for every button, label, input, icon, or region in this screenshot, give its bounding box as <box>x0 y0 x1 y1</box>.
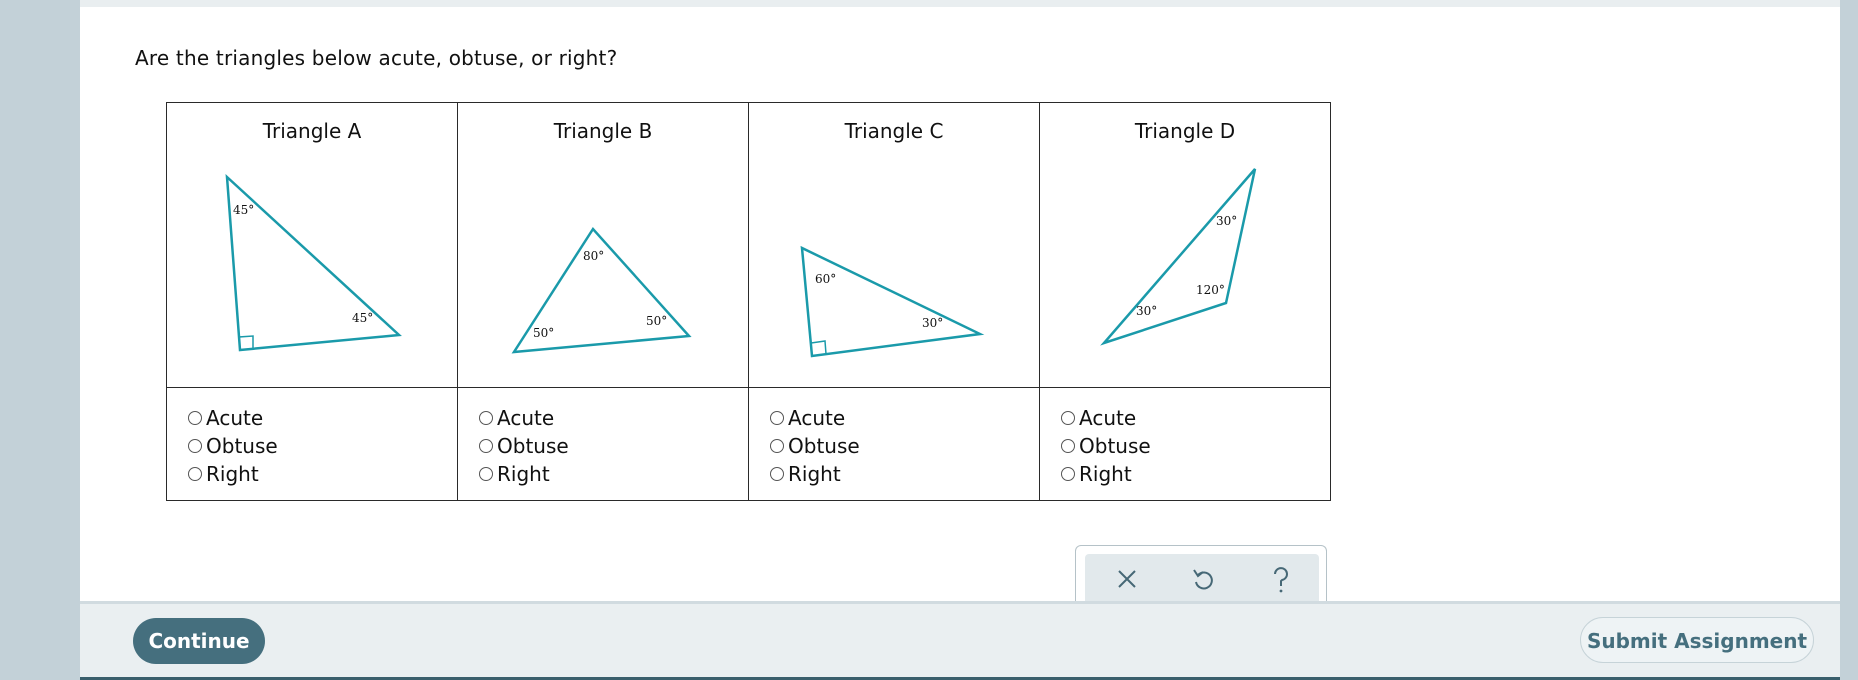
triangle-c-cell: Triangle C 60° 30° <box>748 102 1040 388</box>
triangle-a-option-obtuse[interactable]: Obtuse <box>167 432 457 460</box>
continue-button[interactable]: Continue <box>133 618 265 664</box>
radio-button[interactable] <box>188 411 202 425</box>
option-label: Obtuse <box>206 434 278 458</box>
triangle-c-angle-top: 60° <box>815 272 836 286</box>
radio-button[interactable] <box>770 411 784 425</box>
radio-button[interactable] <box>479 411 493 425</box>
triangle-c-option-obtuse[interactable]: Obtuse <box>749 432 1039 460</box>
top-strip <box>80 0 1840 7</box>
triangle-b-option-obtuse[interactable]: Obtuse <box>458 432 748 460</box>
radio-button[interactable] <box>188 467 202 481</box>
triangle-b-angle-left: 50° <box>533 326 554 340</box>
triangle-a-angle-top: 45° <box>233 203 254 217</box>
triangle-d-option-acute[interactable]: Acute <box>1040 404 1330 432</box>
triangle-d-figure: 30° 120° 30° <box>1100 168 1257 346</box>
radio-button[interactable] <box>1061 411 1075 425</box>
triangle-c-option-right[interactable]: Right <box>749 460 1039 488</box>
option-label: Acute <box>206 406 264 430</box>
answer-tools-panel <box>1075 545 1327 606</box>
question-text: Are the triangles below acute, obtuse, o… <box>135 46 618 70</box>
triangle-c-answers: Acute Obtuse Right <box>748 387 1040 501</box>
triangle-c-figure: 60° 30° <box>800 245 985 358</box>
triangle-b-cell: Triangle B 80° 50° 50° <box>457 102 749 388</box>
radio-button[interactable] <box>479 467 493 481</box>
triangle-a-figure: 45° 45° <box>225 173 402 352</box>
triangle-a-option-acute[interactable]: Acute <box>167 404 457 432</box>
triangle-d-answers: Acute Obtuse Right <box>1039 387 1331 501</box>
radio-button[interactable] <box>479 439 493 453</box>
triangle-d-angle-left: 30° <box>1136 304 1157 318</box>
triangle-a-answers: Acute Obtuse Right <box>166 387 458 501</box>
triangle-d-cell: Triangle D 30° 120° 30° <box>1039 102 1331 388</box>
triangle-a-cell: Triangle A 45° 45° <box>166 102 458 388</box>
radio-button[interactable] <box>770 439 784 453</box>
option-label: Right <box>1079 462 1132 486</box>
triangle-c-option-acute[interactable]: Acute <box>749 404 1039 432</box>
option-label: Obtuse <box>497 434 569 458</box>
option-label: Obtuse <box>1079 434 1151 458</box>
option-label: Obtuse <box>788 434 860 458</box>
answer-tools-bar <box>1085 554 1319 606</box>
radio-button[interactable] <box>770 467 784 481</box>
triangle-d-angle-top: 30° <box>1216 214 1237 228</box>
triangle-b-figure: 80° 50° 50° <box>511 226 692 354</box>
triangle-a-angle-right: 45° <box>352 311 373 325</box>
option-label: Right <box>788 462 841 486</box>
radio-button[interactable] <box>1061 439 1075 453</box>
triangle-d-option-right[interactable]: Right <box>1040 460 1330 488</box>
triangle-b-option-right[interactable]: Right <box>458 460 748 488</box>
triangle-table: Triangle A 45° 45° Triangle B 80° 50° 50… <box>166 102 1331 501</box>
triangle-d-angle-obtuse: 120° <box>1196 283 1225 297</box>
triangle-c-angle-right: 30° <box>922 316 943 330</box>
triangle-d-option-obtuse[interactable]: Obtuse <box>1040 432 1330 460</box>
triangle-b-angle-top: 80° <box>583 249 604 263</box>
triangle-a-option-right[interactable]: Right <box>167 460 457 488</box>
option-label: Acute <box>788 406 846 430</box>
triangle-b-angle-right: 50° <box>646 314 667 328</box>
radio-button[interactable] <box>1061 467 1075 481</box>
option-label: Acute <box>1079 406 1137 430</box>
help-icon[interactable] <box>1261 566 1301 602</box>
radio-button[interactable] <box>188 439 202 453</box>
footer-bar: Continue Submit Assignment <box>80 601 1840 680</box>
option-label: Right <box>206 462 259 486</box>
triangle-b-option-acute[interactable]: Acute <box>458 404 748 432</box>
option-label: Acute <box>497 406 555 430</box>
submit-assignment-button[interactable]: Submit Assignment <box>1580 617 1814 663</box>
undo-icon[interactable] <box>1183 566 1223 602</box>
triangle-b-answers: Acute Obtuse Right <box>457 387 749 501</box>
close-icon[interactable] <box>1107 566 1147 602</box>
option-label: Right <box>497 462 550 486</box>
